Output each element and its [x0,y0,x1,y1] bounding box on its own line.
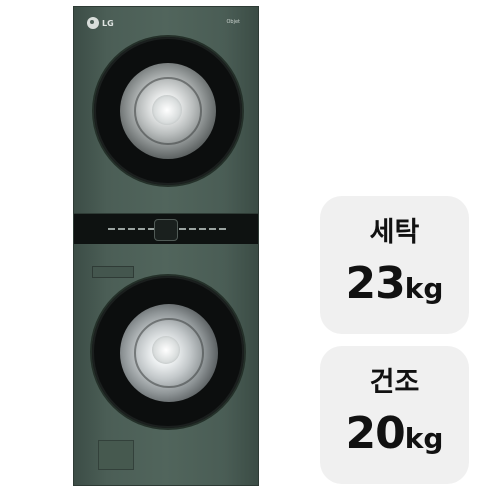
dryer-drum-center [152,95,182,125]
washer-unit [73,244,259,486]
wash-capacity-unit: kg [404,272,444,305]
dry-capacity-number: 20 [345,408,406,459]
wash-capacity-number: 23 [345,258,406,309]
filter-cover [98,440,134,470]
wash-capacity-badge: 세탁 23kg [320,196,469,334]
control-panel [73,214,259,244]
control-knob [154,219,178,241]
wash-capacity-value: 23kg [320,258,469,309]
washer-dryer-tower-image: LG Objet [73,6,259,486]
washer-door [92,276,244,428]
brand-logo: LG [87,17,114,29]
wash-label: 세탁 [369,217,420,248]
brand-logo-text: LG [102,18,114,28]
dry-capacity-unit: kg [404,422,444,455]
dry-capacity-value: 20kg [320,408,469,459]
detergent-drawer [92,266,134,278]
dry-capacity-badge: 건조 20kg [320,346,469,484]
dry-label: 건조 [369,367,420,398]
dryer-door [94,37,242,185]
lg-logo-icon [87,17,99,29]
washer-drum-center [152,336,180,364]
dryer-unit: LG Objet [73,6,259,214]
model-mark: Objet [226,19,240,25]
